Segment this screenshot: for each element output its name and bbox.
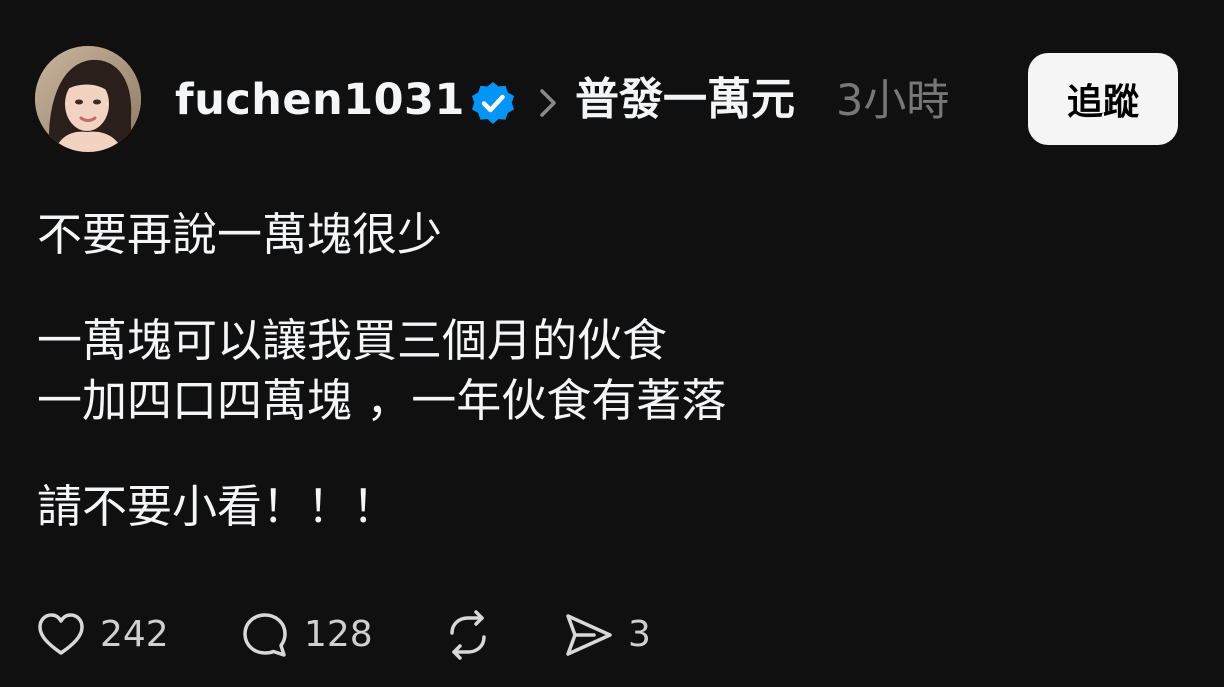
username[interactable]: fuchen1031 xyxy=(175,72,465,128)
text-line: 一萬塊可以讓我買三個月的伙食 xyxy=(37,314,668,367)
follow-button[interactable]: 追蹤 xyxy=(1028,53,1178,145)
thread-post: fuchen1031 普發一萬元 3小時 追蹤 不要再說一萬塊很少 一萬塊可以讓… xyxy=(0,0,1224,687)
share-count: 3 xyxy=(628,614,651,655)
comment-count: 128 xyxy=(304,614,373,655)
avatar[interactable] xyxy=(35,46,141,152)
repost-button[interactable] xyxy=(442,608,494,662)
comment-button[interactable]: 128 xyxy=(240,608,373,662)
post-header: fuchen1031 普發一萬元 3小時 追蹤 xyxy=(35,46,1178,152)
paragraph: 請不要小看！！！ xyxy=(37,477,1177,537)
action-bar: 242 128 3 xyxy=(36,608,736,662)
repost-icon xyxy=(450,610,486,660)
like-button[interactable]: 242 xyxy=(36,608,169,662)
send-icon xyxy=(566,614,612,656)
text-line: 請不要小看！！！ xyxy=(37,480,398,533)
chevron-right-icon xyxy=(540,89,556,117)
heart-icon xyxy=(38,613,84,655)
topic-tag[interactable]: 普發一萬元 xyxy=(575,72,795,128)
post-body: 不要再說一萬塊很少 一萬塊可以讓我買三個月的伙食 一加四口四萬塊 ，一年伙食有著… xyxy=(37,205,1177,537)
text-line: 一加四口四萬塊 ，一年伙食有著落 xyxy=(37,374,727,427)
like-count: 242 xyxy=(100,614,169,655)
comment-bubble-icon xyxy=(243,613,287,657)
share-button[interactable]: 3 xyxy=(564,608,651,662)
paragraph: 不要再說一萬塊很少 xyxy=(37,205,1177,265)
verified-badge-icon xyxy=(472,82,514,124)
paragraph: 一萬塊可以讓我買三個月的伙食 一加四口四萬塊 ，一年伙食有著落 xyxy=(37,311,1177,431)
profile-photo xyxy=(35,46,141,152)
post-time: 3小時 xyxy=(836,76,950,126)
text-line: 不要再說一萬塊很少 xyxy=(37,208,443,261)
